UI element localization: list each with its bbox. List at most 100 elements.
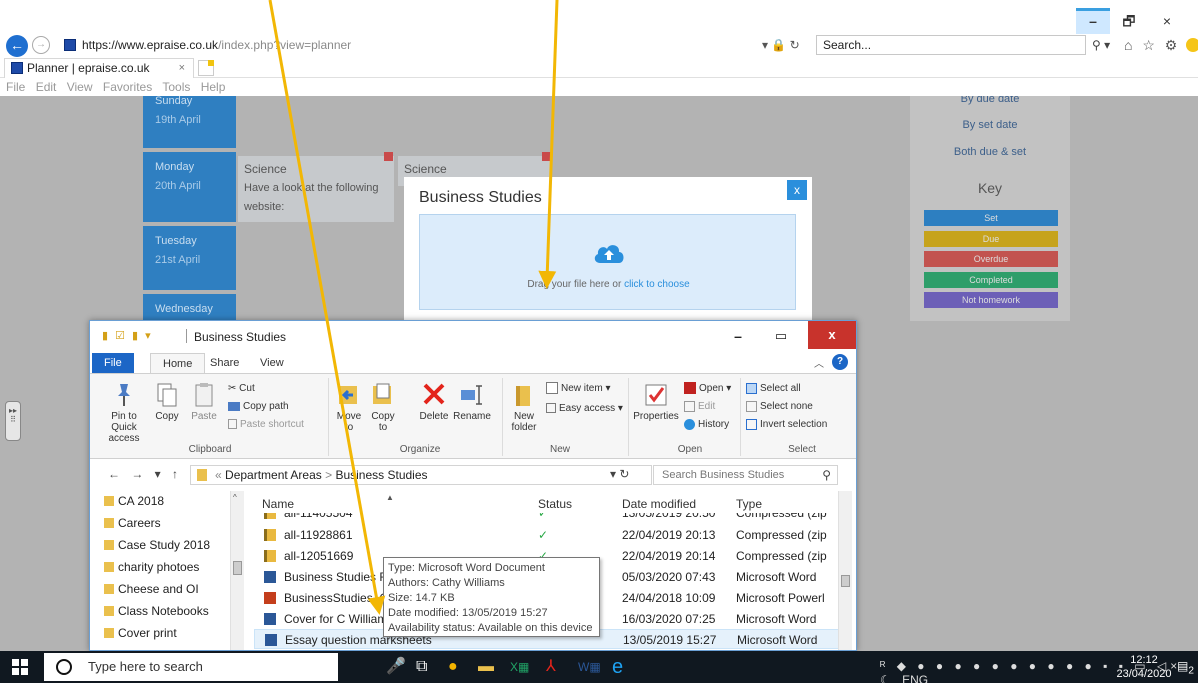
breadcrumb-overflow[interactable]: « bbox=[215, 468, 222, 482]
menu-favorites[interactable]: Favorites bbox=[103, 80, 152, 94]
paste-shortcut-button[interactable]: Paste shortcut bbox=[228, 418, 304, 432]
scroll-up-icon[interactable]: ^ bbox=[233, 493, 237, 502]
chrome-icon[interactable]: ● bbox=[448, 657, 458, 677]
cut-button[interactable]: ✂ Cut bbox=[228, 382, 255, 396]
system-clock[interactable]: 12:12 23/04/2020 bbox=[1112, 653, 1176, 681]
menu-tools[interactable]: Tools bbox=[162, 80, 190, 94]
tooltip-size: Size: 14.7 KB bbox=[388, 592, 455, 604]
tab-close-icon[interactable]: × bbox=[179, 59, 185, 77]
filter-by-due-date[interactable]: By due date bbox=[910, 96, 1070, 105]
history-button[interactable]: History bbox=[684, 418, 729, 432]
menu-help[interactable]: Help bbox=[201, 80, 226, 94]
select-all-button[interactable]: Select all bbox=[746, 382, 801, 396]
pin-quick-access-button[interactable]: Pin to Quick access bbox=[98, 382, 150, 444]
column-name[interactable]: ▲ Name bbox=[262, 493, 394, 511]
nav-item-careers[interactable]: Careers bbox=[104, 513, 161, 533]
zip-folder-icon bbox=[264, 550, 276, 562]
select-none-button[interactable]: Select none bbox=[746, 400, 813, 414]
breadcrumb-department-areas[interactable]: Department Areas bbox=[225, 468, 322, 482]
forward-button[interactable]: → bbox=[32, 36, 50, 54]
delete-button[interactable]: Delete bbox=[416, 382, 452, 422]
open-button[interactable]: Open ▾ bbox=[684, 382, 731, 396]
file-row[interactable]: all-11928861 ✓ 22/04/2019 20:13 Compress… bbox=[254, 525, 844, 545]
tab-view[interactable]: View bbox=[248, 353, 296, 373]
explorer-minimize-button[interactable]: – bbox=[723, 327, 753, 347]
nav-item-charity-photoes[interactable]: charity photoes bbox=[104, 557, 199, 577]
column-date-modified[interactable]: Date modified bbox=[622, 497, 696, 511]
nav-scrollbar[interactable]: ^ bbox=[230, 491, 244, 650]
breadcrumb-bar[interactable]: « Department Areas > Business Studies bbox=[190, 465, 652, 485]
new-folder-button[interactable]: New folder bbox=[506, 382, 542, 433]
menu-edit[interactable]: Edit bbox=[36, 80, 57, 94]
tab-planner[interactable]: Planner | epraise.co.uk × bbox=[4, 58, 194, 78]
task-view-icon[interactable]: ⧉ bbox=[416, 657, 427, 677]
nav-item-cover-print[interactable]: Cover print bbox=[104, 623, 177, 643]
easy-access-button[interactable]: Easy access ▾ bbox=[546, 402, 623, 416]
edit-button[interactable]: Edit bbox=[684, 400, 715, 414]
column-type[interactable]: Type bbox=[736, 497, 762, 511]
new-item-button[interactable]: New item ▾ bbox=[546, 382, 611, 396]
explorer-close-button[interactable]: x bbox=[808, 321, 856, 349]
internet-explorer-icon[interactable]: e bbox=[612, 657, 623, 677]
acrobat-icon[interactable]: ⅄ bbox=[546, 657, 556, 677]
file-explorer-icon[interactable]: ▬ bbox=[478, 657, 494, 677]
back-button[interactable]: ← bbox=[6, 35, 28, 57]
rename-button[interactable]: Rename bbox=[452, 382, 492, 422]
tab-share[interactable]: Share bbox=[198, 353, 251, 373]
homework-card-science-1[interactable]: Science Have a look at the following web… bbox=[238, 156, 394, 222]
language-indicator[interactable]: ENG bbox=[902, 673, 928, 683]
file-row[interactable]: all-11405504 ✓ 13/05/2019 20:50 Compress… bbox=[254, 513, 844, 523]
paste-button[interactable]: Paste bbox=[188, 382, 220, 422]
menu-view[interactable]: View bbox=[67, 80, 93, 94]
excel-icon[interactable]: X▦ bbox=[510, 657, 529, 677]
word-icon[interactable]: W▦ bbox=[578, 657, 601, 677]
breadcrumb-business-studies[interactable]: Business Studies bbox=[335, 468, 427, 482]
windows-start-icon[interactable] bbox=[12, 659, 28, 675]
invert-selection-button[interactable]: Invert selection bbox=[746, 418, 827, 432]
microphone-icon[interactable]: 🎤 bbox=[386, 657, 406, 677]
maximize-button[interactable]: 🗗 bbox=[1112, 8, 1146, 34]
notifications-icon[interactable]: ▤2 bbox=[1177, 659, 1194, 676]
file-list-scrollbar[interactable] bbox=[838, 491, 852, 650]
minimize-button[interactable]: – bbox=[1076, 8, 1110, 34]
copy-to-button[interactable]: Copy to bbox=[370, 382, 396, 433]
tab-file[interactable]: File bbox=[92, 353, 134, 373]
nav-item-cheese-and-oi[interactable]: Cheese and OI bbox=[104, 579, 199, 599]
column-status[interactable]: Status bbox=[538, 497, 572, 511]
collapse-ribbon-icon[interactable]: ︿ bbox=[814, 355, 824, 370]
day-tuesday[interactable]: Tuesday 21st April bbox=[143, 226, 236, 290]
explorer-maximize-button[interactable]: ▭ bbox=[766, 327, 796, 347]
copy-button[interactable]: Copy bbox=[152, 382, 182, 422]
move-to-button[interactable]: Move to bbox=[336, 382, 362, 433]
side-panel-handle[interactable]: ▸▸ ⠿ bbox=[5, 401, 21, 441]
nav-item-class-notebooks[interactable]: Class Notebooks bbox=[104, 601, 209, 621]
browser-search-input[interactable]: Search... bbox=[816, 35, 1086, 55]
scroll-thumb[interactable] bbox=[841, 575, 850, 587]
new-tab-button[interactable] bbox=[198, 60, 214, 76]
close-button[interactable]: × bbox=[1150, 8, 1184, 34]
search-icon[interactable]: ⚲ ▾ bbox=[1092, 36, 1110, 54]
scroll-thumb[interactable] bbox=[233, 561, 242, 575]
nav-item-case-study-2018[interactable]: Case Study 2018 bbox=[104, 535, 210, 555]
properties-button[interactable]: Properties bbox=[632, 382, 680, 422]
refresh-icon[interactable]: ▾ ↻ bbox=[610, 467, 629, 481]
nav-item-ca-2018[interactable]: CA 2018 bbox=[104, 491, 164, 511]
address-bar[interactable]: https://www.epraise.co.uk/index.php?view… bbox=[58, 36, 808, 54]
file-dropzone[interactable]: Drag your file here or click to choose bbox=[419, 214, 796, 310]
click-to-choose-link[interactable]: click to choose bbox=[624, 279, 690, 290]
filter-both[interactable]: Both due & set bbox=[910, 146, 1070, 158]
nav-back-forward-up-icons[interactable]: ← → ▾ ↑ bbox=[108, 467, 182, 481]
modal-close-button[interactable]: x bbox=[787, 180, 807, 200]
feedback-smiley-icon[interactable] bbox=[1186, 38, 1198, 52]
menu-file[interactable]: File bbox=[6, 80, 25, 94]
filter-by-set-date[interactable]: By set date bbox=[910, 119, 1070, 131]
day-monday[interactable]: Monday 20th April bbox=[143, 152, 236, 222]
taskbar-search-input[interactable]: Type here to search bbox=[44, 653, 338, 681]
address-tools[interactable]: ▾ 🔒 ↻ bbox=[762, 36, 800, 54]
home-favorites-settings-icons[interactable]: ⌂ ☆ ⚙ bbox=[1124, 36, 1180, 54]
quick-access-toolbar-icons[interactable]: ▮ ☑ ▮ ▾ bbox=[102, 329, 153, 342]
day-sunday[interactable]: Sunday 19th April bbox=[143, 96, 236, 148]
explorer-search-input[interactable]: Search Business Studies ⚲ bbox=[653, 465, 838, 485]
copy-path-button[interactable]: Copy path bbox=[228, 400, 289, 414]
help-icon[interactable]: ? bbox=[832, 354, 848, 370]
